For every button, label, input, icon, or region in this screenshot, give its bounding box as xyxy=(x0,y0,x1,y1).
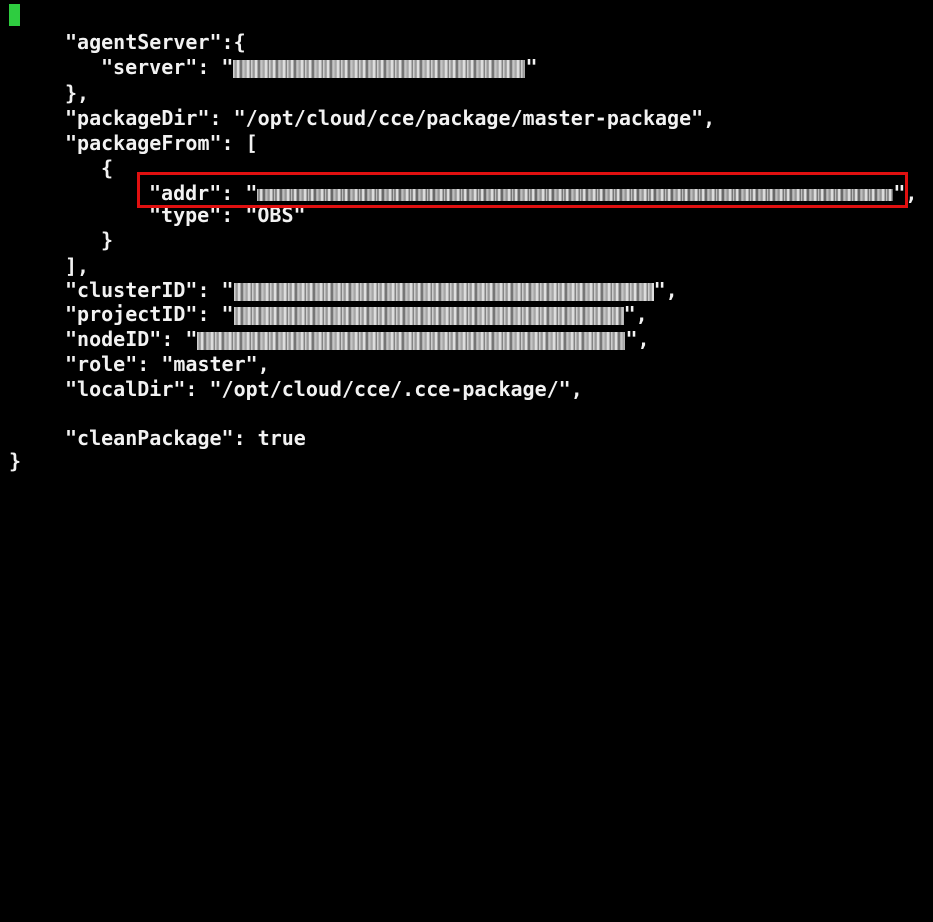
json-line-agent-server-close: }, xyxy=(65,81,89,105)
highlight-box-addr xyxy=(137,172,908,208)
json-line-open-brace xyxy=(9,4,20,28)
json-line-project-id: "projectID": " ", xyxy=(65,302,648,326)
cursor-block xyxy=(9,4,20,26)
json-line-node-id: "nodeID": " ", xyxy=(65,327,650,351)
json-line-package-dir: "packageDir": "/opt/cloud/cce/package/ma… xyxy=(65,106,715,130)
package-from-key: "packageFrom": [ xyxy=(65,131,258,155)
server-quote: " xyxy=(525,55,538,79)
project-id-key: "projectID": " xyxy=(65,302,234,326)
server-key: "server": " xyxy=(101,55,234,79)
role-line: "role": "master", xyxy=(65,352,270,376)
json-line-local-dir: "localDir": "/opt/cloud/cce/.cce-package… xyxy=(65,377,583,401)
node-id-end: ", xyxy=(625,327,650,351)
redacted-server-value xyxy=(233,59,526,78)
json-line-inner-open: { xyxy=(101,156,113,180)
redacted-node-id xyxy=(197,331,626,350)
inner-open-brace: { xyxy=(101,156,114,180)
clean-package-line: "cleanPackage": true xyxy=(65,426,306,450)
node-id-key: "nodeID": " xyxy=(65,327,198,351)
json-line-agent-server: "agentServer":{ xyxy=(65,30,246,54)
json-line-package-from: "packageFrom": [ xyxy=(65,131,258,155)
redacted-cluster-id xyxy=(233,282,654,301)
close-brace: } xyxy=(9,449,22,473)
json-line-close-brace: } xyxy=(9,449,21,473)
cluster-id-key: "clusterID": " xyxy=(65,278,234,302)
array-close: ], xyxy=(65,254,90,278)
redacted-project-id xyxy=(233,306,624,325)
inner-close-brace: } xyxy=(101,228,114,252)
json-line-array-close: ], xyxy=(65,254,89,278)
cluster-id-end: ", xyxy=(653,278,678,302)
json-line-clean-package: "cleanPackage": true xyxy=(65,426,306,450)
project-id-end: ", xyxy=(623,302,648,326)
terminal-window: "agentServer":{ "server": " " }, "package… xyxy=(0,0,933,473)
json-line-cluster-id: "clusterID": " ", xyxy=(65,278,678,302)
json-line-server: "server": " " xyxy=(101,55,538,79)
local-dir-line: "localDir": "/opt/cloud/cce/.cce-package… xyxy=(65,377,583,401)
agent-server-key: "agentServer":{ xyxy=(65,30,246,54)
agent-server-close: }, xyxy=(65,81,90,105)
package-dir-line: "packageDir": "/opt/cloud/cce/package/ma… xyxy=(65,106,716,130)
json-line-role: "role": "master", xyxy=(65,352,270,376)
json-line-inner-close: } xyxy=(101,228,113,252)
